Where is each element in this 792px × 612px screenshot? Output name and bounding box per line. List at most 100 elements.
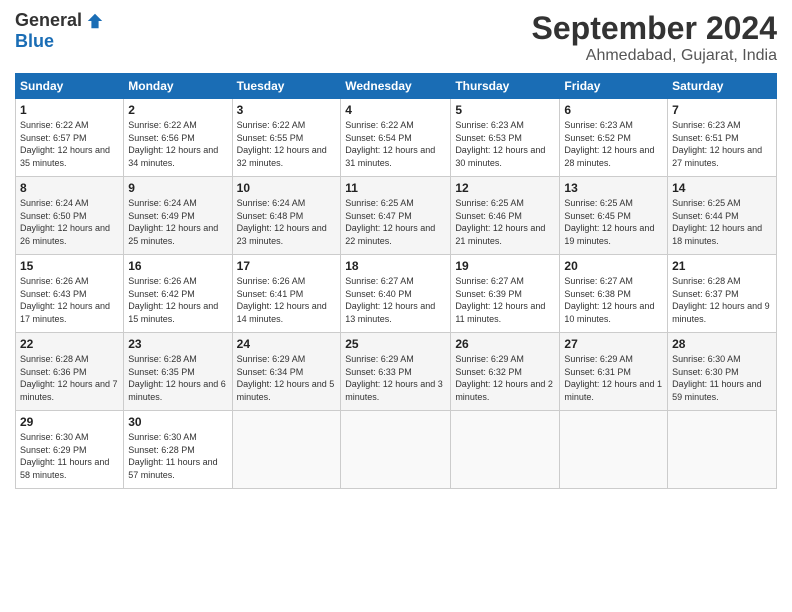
month-title: September 2024 [532, 10, 777, 47]
table-row: 18 Sunrise: 6:27 AM Sunset: 6:40 PM Dayl… [341, 255, 451, 333]
day-info: Sunrise: 6:22 AM Sunset: 6:57 PM Dayligh… [20, 120, 110, 168]
table-row: 27 Sunrise: 6:29 AM Sunset: 6:31 PM Dayl… [560, 333, 668, 411]
day-info: Sunrise: 6:22 AM Sunset: 6:55 PM Dayligh… [237, 120, 327, 168]
table-row: 28 Sunrise: 6:30 AM Sunset: 6:30 PM Dayl… [668, 333, 777, 411]
day-info: Sunrise: 6:23 AM Sunset: 6:53 PM Dayligh… [455, 120, 545, 168]
day-info: Sunrise: 6:23 AM Sunset: 6:52 PM Dayligh… [564, 120, 654, 168]
day-number: 20 [564, 259, 663, 273]
calendar-week-1: 1 Sunrise: 6:22 AM Sunset: 6:57 PM Dayli… [16, 99, 777, 177]
day-info: Sunrise: 6:23 AM Sunset: 6:51 PM Dayligh… [672, 120, 762, 168]
day-number: 2 [128, 103, 227, 117]
day-number: 28 [672, 337, 772, 351]
day-info: Sunrise: 6:27 AM Sunset: 6:39 PM Dayligh… [455, 276, 545, 324]
day-number: 1 [20, 103, 119, 117]
table-row: 6 Sunrise: 6:23 AM Sunset: 6:52 PM Dayli… [560, 99, 668, 177]
table-row [668, 411, 777, 489]
table-row: 19 Sunrise: 6:27 AM Sunset: 6:39 PM Dayl… [451, 255, 560, 333]
table-row: 29 Sunrise: 6:30 AM Sunset: 6:29 PM Dayl… [16, 411, 124, 489]
day-info: Sunrise: 6:22 AM Sunset: 6:56 PM Dayligh… [128, 120, 218, 168]
calendar-header-row: Sunday Monday Tuesday Wednesday Thursday… [16, 74, 777, 99]
logo-text: General [15, 10, 104, 31]
table-row: 26 Sunrise: 6:29 AM Sunset: 6:32 PM Dayl… [451, 333, 560, 411]
table-row: 21 Sunrise: 6:28 AM Sunset: 6:37 PM Dayl… [668, 255, 777, 333]
day-info: Sunrise: 6:25 AM Sunset: 6:44 PM Dayligh… [672, 198, 762, 246]
day-number: 29 [20, 415, 119, 429]
day-number: 12 [455, 181, 555, 195]
col-tuesday: Tuesday [232, 74, 341, 99]
day-info: Sunrise: 6:27 AM Sunset: 6:38 PM Dayligh… [564, 276, 654, 324]
table-row [232, 411, 341, 489]
day-info: Sunrise: 6:25 AM Sunset: 6:45 PM Dayligh… [564, 198, 654, 246]
calendar-week-3: 15 Sunrise: 6:26 AM Sunset: 6:43 PM Dayl… [16, 255, 777, 333]
day-info: Sunrise: 6:26 AM Sunset: 6:43 PM Dayligh… [20, 276, 110, 324]
table-row: 10 Sunrise: 6:24 AM Sunset: 6:48 PM Dayl… [232, 177, 341, 255]
title-block: September 2024 Ahmedabad, Gujarat, India [532, 10, 777, 65]
table-row: 16 Sunrise: 6:26 AM Sunset: 6:42 PM Dayl… [124, 255, 232, 333]
day-number: 8 [20, 181, 119, 195]
day-info: Sunrise: 6:22 AM Sunset: 6:54 PM Dayligh… [345, 120, 435, 168]
day-number: 21 [672, 259, 772, 273]
table-row: 1 Sunrise: 6:22 AM Sunset: 6:57 PM Dayli… [16, 99, 124, 177]
day-number: 19 [455, 259, 555, 273]
location: Ahmedabad, Gujarat, India [532, 47, 777, 65]
day-number: 5 [455, 103, 555, 117]
logo-general: General [15, 10, 82, 31]
calendar-week-4: 22 Sunrise: 6:28 AM Sunset: 6:36 PM Dayl… [16, 333, 777, 411]
table-row: 2 Sunrise: 6:22 AM Sunset: 6:56 PM Dayli… [124, 99, 232, 177]
day-number: 13 [564, 181, 663, 195]
table-row: 12 Sunrise: 6:25 AM Sunset: 6:46 PM Dayl… [451, 177, 560, 255]
col-friday: Friday [560, 74, 668, 99]
calendar-table: Sunday Monday Tuesday Wednesday Thursday… [15, 73, 777, 489]
day-number: 14 [672, 181, 772, 195]
day-info: Sunrise: 6:29 AM Sunset: 6:33 PM Dayligh… [345, 354, 443, 402]
day-info: Sunrise: 6:27 AM Sunset: 6:40 PM Dayligh… [345, 276, 435, 324]
table-row: 14 Sunrise: 6:25 AM Sunset: 6:44 PM Dayl… [668, 177, 777, 255]
day-number: 24 [237, 337, 337, 351]
table-row [451, 411, 560, 489]
day-info: Sunrise: 6:30 AM Sunset: 6:29 PM Dayligh… [20, 432, 109, 480]
day-info: Sunrise: 6:24 AM Sunset: 6:50 PM Dayligh… [20, 198, 110, 246]
day-number: 9 [128, 181, 227, 195]
table-row: 7 Sunrise: 6:23 AM Sunset: 6:51 PM Dayli… [668, 99, 777, 177]
day-info: Sunrise: 6:26 AM Sunset: 6:42 PM Dayligh… [128, 276, 218, 324]
day-number: 10 [237, 181, 337, 195]
table-row [560, 411, 668, 489]
table-row: 20 Sunrise: 6:27 AM Sunset: 6:38 PM Dayl… [560, 255, 668, 333]
table-row [341, 411, 451, 489]
table-row: 3 Sunrise: 6:22 AM Sunset: 6:55 PM Dayli… [232, 99, 341, 177]
calendar-week-5: 29 Sunrise: 6:30 AM Sunset: 6:29 PM Dayl… [16, 411, 777, 489]
day-info: Sunrise: 6:29 AM Sunset: 6:32 PM Dayligh… [455, 354, 553, 402]
day-number: 3 [237, 103, 337, 117]
day-number: 27 [564, 337, 663, 351]
col-sunday: Sunday [16, 74, 124, 99]
table-row: 9 Sunrise: 6:24 AM Sunset: 6:49 PM Dayli… [124, 177, 232, 255]
day-info: Sunrise: 6:24 AM Sunset: 6:49 PM Dayligh… [128, 198, 218, 246]
col-wednesday: Wednesday [341, 74, 451, 99]
day-number: 22 [20, 337, 119, 351]
day-number: 17 [237, 259, 337, 273]
col-saturday: Saturday [668, 74, 777, 99]
table-row: 4 Sunrise: 6:22 AM Sunset: 6:54 PM Dayli… [341, 99, 451, 177]
day-info: Sunrise: 6:28 AM Sunset: 6:36 PM Dayligh… [20, 354, 118, 402]
table-row: 22 Sunrise: 6:28 AM Sunset: 6:36 PM Dayl… [16, 333, 124, 411]
table-row: 11 Sunrise: 6:25 AM Sunset: 6:47 PM Dayl… [341, 177, 451, 255]
day-number: 25 [345, 337, 446, 351]
day-info: Sunrise: 6:30 AM Sunset: 6:30 PM Dayligh… [672, 354, 761, 402]
day-number: 15 [20, 259, 119, 273]
day-number: 6 [564, 103, 663, 117]
day-number: 30 [128, 415, 227, 429]
day-number: 18 [345, 259, 446, 273]
day-info: Sunrise: 6:25 AM Sunset: 6:46 PM Dayligh… [455, 198, 545, 246]
table-row: 25 Sunrise: 6:29 AM Sunset: 6:33 PM Dayl… [341, 333, 451, 411]
day-info: Sunrise: 6:28 AM Sunset: 6:35 PM Dayligh… [128, 354, 226, 402]
day-info: Sunrise: 6:30 AM Sunset: 6:28 PM Dayligh… [128, 432, 217, 480]
day-number: 23 [128, 337, 227, 351]
day-number: 11 [345, 181, 446, 195]
day-info: Sunrise: 6:25 AM Sunset: 6:47 PM Dayligh… [345, 198, 435, 246]
page-header: General Blue September 2024 Ahmedabad, G… [15, 10, 777, 65]
calendar-week-2: 8 Sunrise: 6:24 AM Sunset: 6:50 PM Dayli… [16, 177, 777, 255]
col-monday: Monday [124, 74, 232, 99]
day-info: Sunrise: 6:28 AM Sunset: 6:37 PM Dayligh… [672, 276, 770, 324]
logo-blue: Blue [15, 31, 54, 52]
day-number: 4 [345, 103, 446, 117]
